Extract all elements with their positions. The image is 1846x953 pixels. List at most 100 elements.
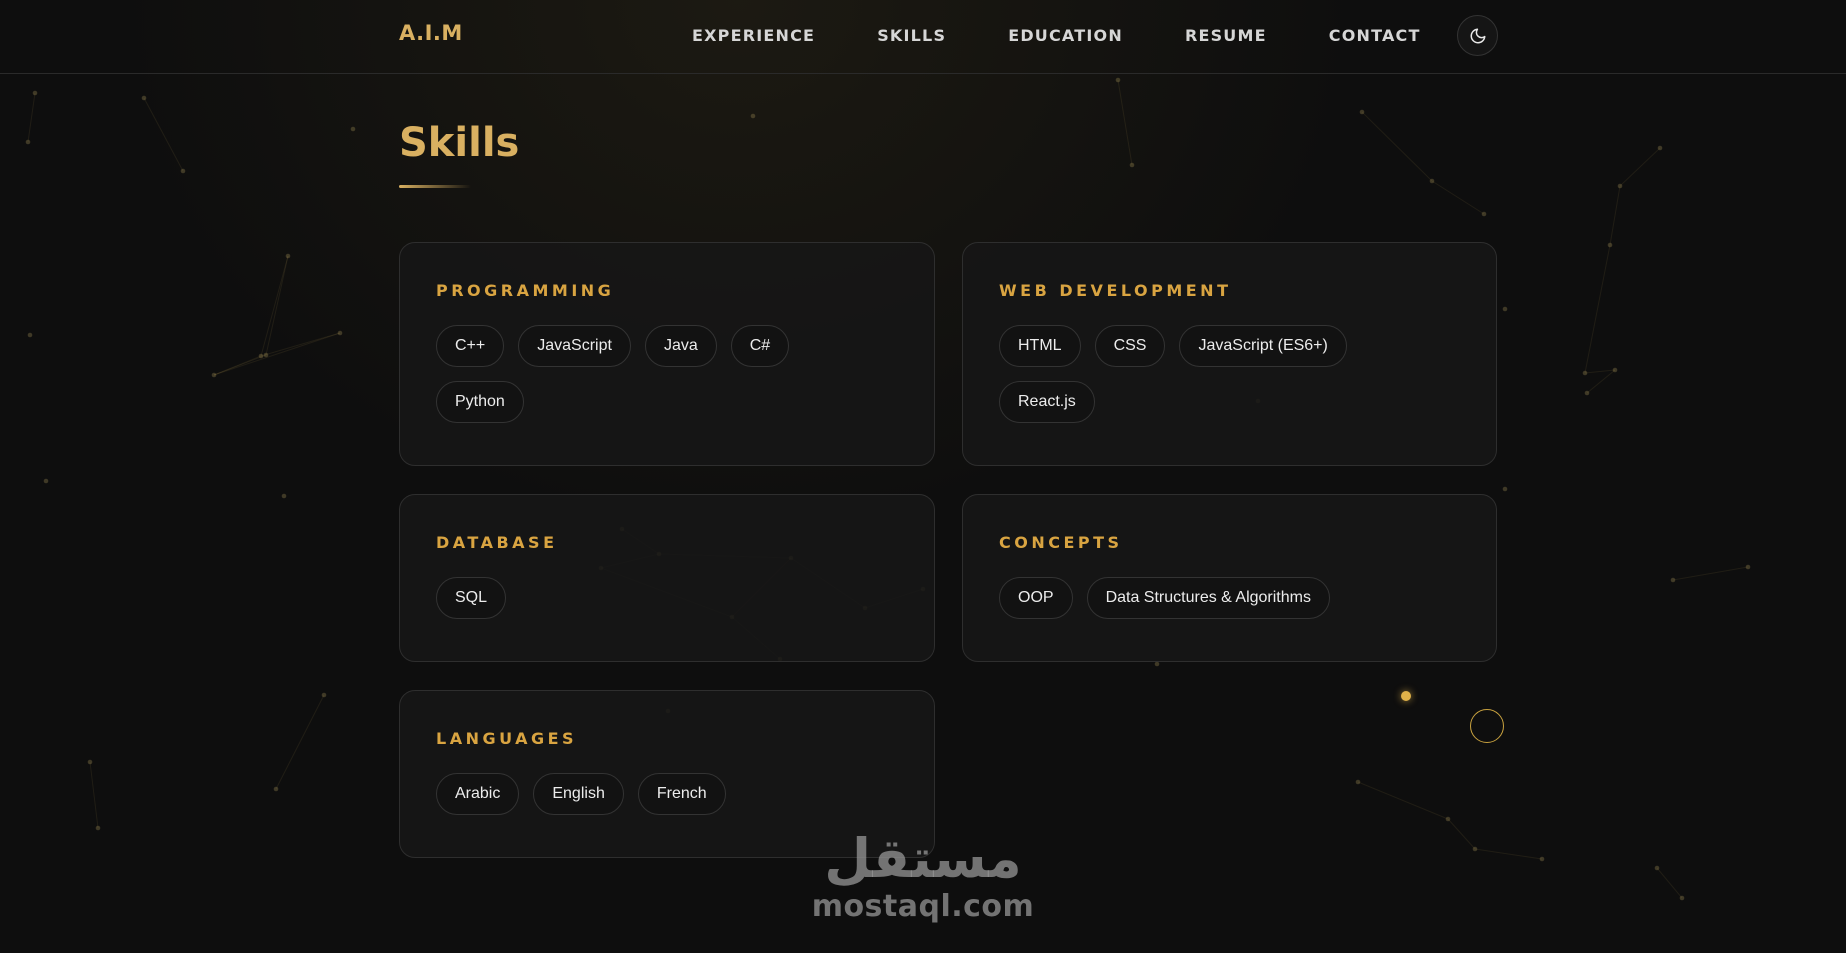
network-node <box>1129 162 1135 168</box>
skill-tag[interactable]: C# <box>730 325 790 367</box>
network-node <box>337 330 343 336</box>
skill-tag[interactable]: HTML <box>999 325 1081 367</box>
network-line <box>1357 781 1449 820</box>
network-node <box>43 478 49 484</box>
network-node <box>1657 145 1663 151</box>
network-line <box>89 761 99 829</box>
nav-skills[interactable]: SKILLS <box>877 26 946 45</box>
network-node <box>211 372 217 378</box>
network-node <box>1607 242 1613 248</box>
network-node <box>1429 178 1435 184</box>
skill-tag[interactable]: Java <box>644 325 717 367</box>
skill-tag[interactable]: JavaScript <box>518 325 631 367</box>
watermark-latin: mostaql.com <box>811 889 1035 924</box>
skill-tag[interactable]: Arabic <box>436 773 520 815</box>
tag-list: HTML CSS JavaScript (ES6+) React.js <box>999 325 1460 437</box>
network-line <box>1586 369 1616 394</box>
main-nav: EXPERIENCE SKILLS EDUCATION RESUME CONTA… <box>692 26 1483 45</box>
network-line <box>1431 180 1485 215</box>
network-node <box>350 126 356 132</box>
network-node <box>1481 211 1487 217</box>
network-line <box>1656 867 1683 899</box>
card-title: DATABASE <box>436 533 558 552</box>
skill-card-database: DATABASE SQL <box>399 494 935 662</box>
network-line <box>1117 79 1133 166</box>
network-line <box>1609 185 1621 246</box>
network-node <box>1745 564 1751 570</box>
network-node <box>750 113 756 119</box>
network-node <box>141 95 147 101</box>
network-node <box>1502 306 1508 312</box>
theme-toggle-button[interactable] <box>1457 15 1498 56</box>
nav-contact[interactable]: CONTACT <box>1329 26 1421 45</box>
network-node <box>1502 486 1508 492</box>
network-node <box>1359 109 1365 115</box>
network-node <box>27 332 33 338</box>
skill-card-web-development: WEB DEVELOPMENT HTML CSS JavaScript (ES6… <box>962 242 1497 466</box>
network-node <box>285 253 291 259</box>
skill-tag[interactable]: OOP <box>999 577 1073 619</box>
network-node <box>32 90 38 96</box>
network-node <box>1654 865 1660 871</box>
skill-tag[interactable]: Data Structures & Algorithms <box>1086 577 1330 619</box>
skill-tag[interactable]: French <box>637 773 726 815</box>
network-line <box>1361 111 1433 182</box>
card-title: LANGUAGES <box>436 729 578 748</box>
network-line <box>260 255 289 357</box>
network-node <box>281 493 287 499</box>
skill-tag[interactable]: React.js <box>999 381 1095 423</box>
card-title: CONCEPTS <box>999 533 1123 552</box>
skill-card-concepts: CONCEPTS OOP Data Structures & Algorithm… <box>962 494 1497 662</box>
network-line <box>1447 818 1476 850</box>
skill-tag[interactable]: JavaScript (ES6+) <box>1179 325 1347 367</box>
tag-list: SQL <box>436 577 898 633</box>
nav-experience[interactable]: EXPERIENCE <box>692 26 815 45</box>
network-node <box>1445 816 1451 822</box>
network-line <box>213 355 262 376</box>
network-node <box>1115 77 1121 83</box>
title-underline <box>399 185 471 188</box>
tag-list: C++ JavaScript Java C# Python <box>436 325 898 437</box>
skill-tag[interactable]: Python <box>436 381 524 423</box>
skill-tag[interactable]: CSS <box>1094 325 1166 367</box>
network-node <box>1582 370 1588 376</box>
network-node <box>263 352 269 358</box>
network-line <box>1584 244 1611 374</box>
network-node <box>1612 367 1618 373</box>
network-line <box>1619 147 1661 187</box>
tag-list: Arabic English French <box>436 773 898 829</box>
card-title: WEB DEVELOPMENT <box>999 281 1232 300</box>
skill-card-programming: PROGRAMMING C++ JavaScript Java C# Pytho… <box>399 242 935 466</box>
moon-icon <box>1470 28 1485 43</box>
network-node <box>1670 577 1676 583</box>
cursor-ring <box>1470 709 1504 743</box>
nav-resume[interactable]: RESUME <box>1185 26 1267 45</box>
site-header: A.I.M EXPERIENCE SKILLS EDUCATION RESUME… <box>0 0 1846 74</box>
network-line <box>1672 566 1749 581</box>
network-node <box>1539 856 1545 862</box>
page: A.I.M EXPERIENCE SKILLS EDUCATION RESUME… <box>0 0 1846 953</box>
network-node <box>273 786 279 792</box>
network-node <box>1617 183 1623 189</box>
network-line <box>213 332 341 376</box>
network-node <box>180 168 186 174</box>
network-node <box>25 139 31 145</box>
logo[interactable]: A.I.M <box>399 21 463 45</box>
network-line <box>1474 848 1543 860</box>
cursor-dot <box>1401 691 1411 701</box>
network-node <box>258 353 264 359</box>
network-node <box>1355 779 1361 785</box>
skill-tag[interactable]: C++ <box>436 325 505 367</box>
network-node <box>87 759 93 765</box>
network-node <box>1154 661 1160 667</box>
skill-tag[interactable]: English <box>533 773 624 815</box>
network-node <box>1679 895 1685 901</box>
network-line <box>275 694 325 790</box>
network-line <box>27 92 36 143</box>
network-node <box>95 825 101 831</box>
nav-education[interactable]: EDUCATION <box>1008 26 1123 45</box>
network-line <box>265 255 289 356</box>
skill-tag[interactable]: SQL <box>436 577 507 619</box>
page-title: Skills <box>399 120 520 166</box>
watermark: مستقل mostaql.com <box>810 828 1036 924</box>
